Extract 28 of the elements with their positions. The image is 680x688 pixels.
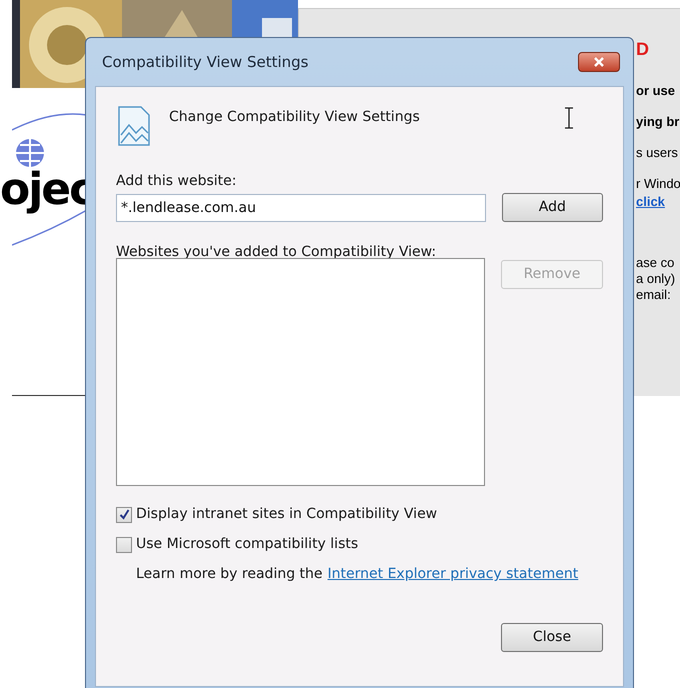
page-text: r Windo [636, 175, 680, 193]
field-label: Add this website: [116, 172, 238, 191]
website-field[interactable]: *.lendlease.com.au [116, 194, 486, 222]
privacy-link[interactable]: Internet Explorer privacy statement [328, 564, 578, 585]
text-cursor-icon [564, 107, 574, 129]
close-icon [593, 57, 605, 67]
page-icon [116, 105, 152, 147]
checkbox-label: Use Microsoft compatibility lists [136, 535, 358, 554]
dialog-heading: Change Compatibility View Settings [169, 108, 420, 127]
add-button[interactable]: Add [502, 193, 603, 222]
check-icon [118, 509, 130, 520]
checkbox[interactable] [116, 506, 132, 522]
globe-icon [14, 137, 46, 169]
learn-more-text: Learn more by reading the [136, 565, 323, 584]
page-text: s users [636, 144, 679, 162]
page-heading: D [636, 38, 650, 60]
checkbox[interactable] [116, 536, 132, 552]
page-text: ase co [636, 255, 676, 271]
close-button[interactable] [578, 52, 620, 72]
dialog-close-button[interactable]: Close [501, 623, 603, 652]
page-link[interactable]: click [636, 193, 680, 211]
page-text: email: [636, 287, 672, 303]
page-text: or use [636, 82, 676, 100]
checkbox-label: Display intranet sites in Compatibility View [136, 505, 438, 524]
window-title: Compatibility View Settings [102, 52, 308, 73]
page-text: ying br [636, 113, 680, 131]
list-label: Websites you've added to Compatibility View: [116, 243, 438, 262]
page-text: a only) [636, 271, 676, 287]
